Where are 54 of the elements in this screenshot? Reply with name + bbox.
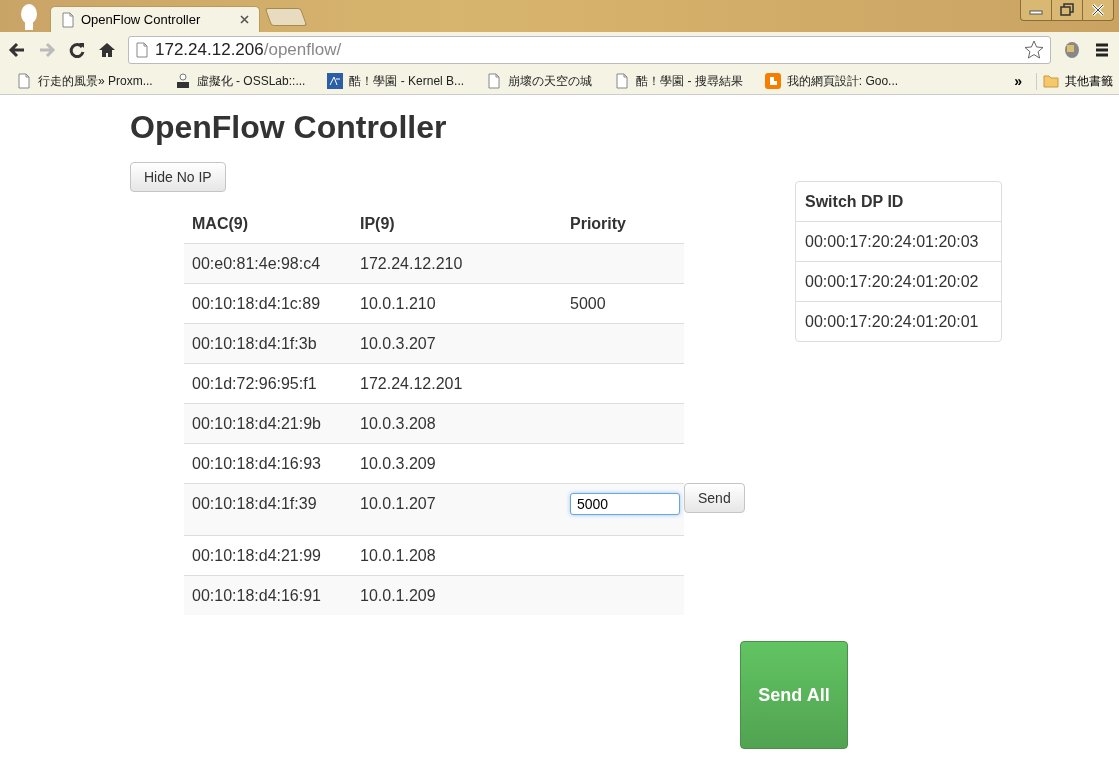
column-header: Switch DP ID [804, 192, 905, 212]
table-cell-text: 10.0.1.207 [359, 494, 437, 514]
bookmarks-overflow-button[interactable]: » [1014, 73, 1022, 89]
priority-field[interactable]: 5000 [570, 493, 680, 515]
table-cell-text: 00:10:18:d4:1f:39 [191, 494, 318, 514]
table-cell-text: 5000 [569, 294, 607, 314]
page-title: OpenFlow Controller [130, 109, 448, 146]
address-bar[interactable]: 172.24.12.206/openflow/ [128, 36, 1051, 64]
bookmark-link[interactable]: 酷！學園 - 搜尋結果 [636, 72, 743, 90]
bookmark-link[interactable]: 行走的風景» Proxm... [38, 72, 153, 90]
page-icon [135, 42, 149, 58]
send-button[interactable]: Send [684, 483, 745, 513]
menu-icon[interactable] [1093, 41, 1111, 59]
table-cell-text: 00:e0:81:4e:98:c4 [191, 254, 322, 274]
star-icon[interactable] [1024, 40, 1044, 60]
back-icon[interactable] [8, 41, 26, 59]
bookmark-link[interactable]: 虛擬化 - OSSLab::... [196, 72, 306, 90]
bookmark-folder[interactable]: 其他書籤 [1065, 72, 1113, 90]
table-cell-text: 00:10:18:d4:21:9b [191, 414, 322, 434]
folder-icon [1043, 74, 1059, 88]
table-cell: 00:00:17:20:24:01:20:01 [796, 301, 1001, 341]
table-cell-text: 00:10:18:d4:1f:3b [191, 334, 318, 354]
close-icon[interactable] [240, 15, 249, 24]
table-cell-text: 00:10:18:d4:1c:89 [191, 294, 322, 314]
table-cell-text: 10.0.1.210 [359, 294, 437, 314]
table-cell-text: 172.24.12.210 [359, 254, 464, 274]
table-cell: 00:00:17:20:24:01:20:02 [796, 261, 1001, 301]
column-header: MAC(9) [191, 214, 249, 234]
table-cell-text: 10.0.1.208 [359, 546, 437, 566]
table-cell-text: 10.0.3.209 [359, 454, 437, 474]
page-icon [614, 73, 631, 89]
table-cell: 00:00:17:20:24:01:20:03 [796, 221, 1001, 261]
table-cell-text: 10.0.3.207 [359, 334, 437, 354]
reload-icon[interactable] [68, 41, 86, 59]
table-cell-text: 00:10:18:d4:21:99 [191, 546, 322, 566]
home-icon[interactable] [98, 41, 116, 59]
table-cell-text: 172.24.12.201 [359, 374, 464, 394]
browser-tab[interactable]: OpenFlow Controller [50, 6, 260, 32]
page-icon [486, 73, 503, 89]
page-icon [16, 73, 32, 89]
column-header: Priority [569, 214, 627, 234]
table-cell-text: 00:1d:72:96:95:f1 [191, 374, 318, 394]
column-header: IP(9) [359, 214, 396, 234]
table-cell-text: 00:10:18:d4:16:93 [191, 454, 322, 474]
hide-no-ip-button[interactable]: Hide No IP [130, 162, 226, 192]
table-cell-text: 10.0.1.209 [359, 586, 437, 606]
table-cell-text: 10.0.3.208 [359, 414, 437, 434]
page-icon [61, 11, 75, 28]
url-text: 172.24.12.206/openflow/ [155, 40, 343, 60]
table-cell-text: 00:10:18:d4:16:91 [191, 586, 322, 606]
bookmark-link[interactable]: 崩壞の天空の城 [508, 72, 593, 90]
blogger-icon [764, 73, 781, 89]
bookmark-link[interactable]: 我的網頁設計: Goo... [786, 72, 899, 90]
bookmark-link[interactable]: 酷！學園 - Kernel B... [349, 72, 465, 90]
